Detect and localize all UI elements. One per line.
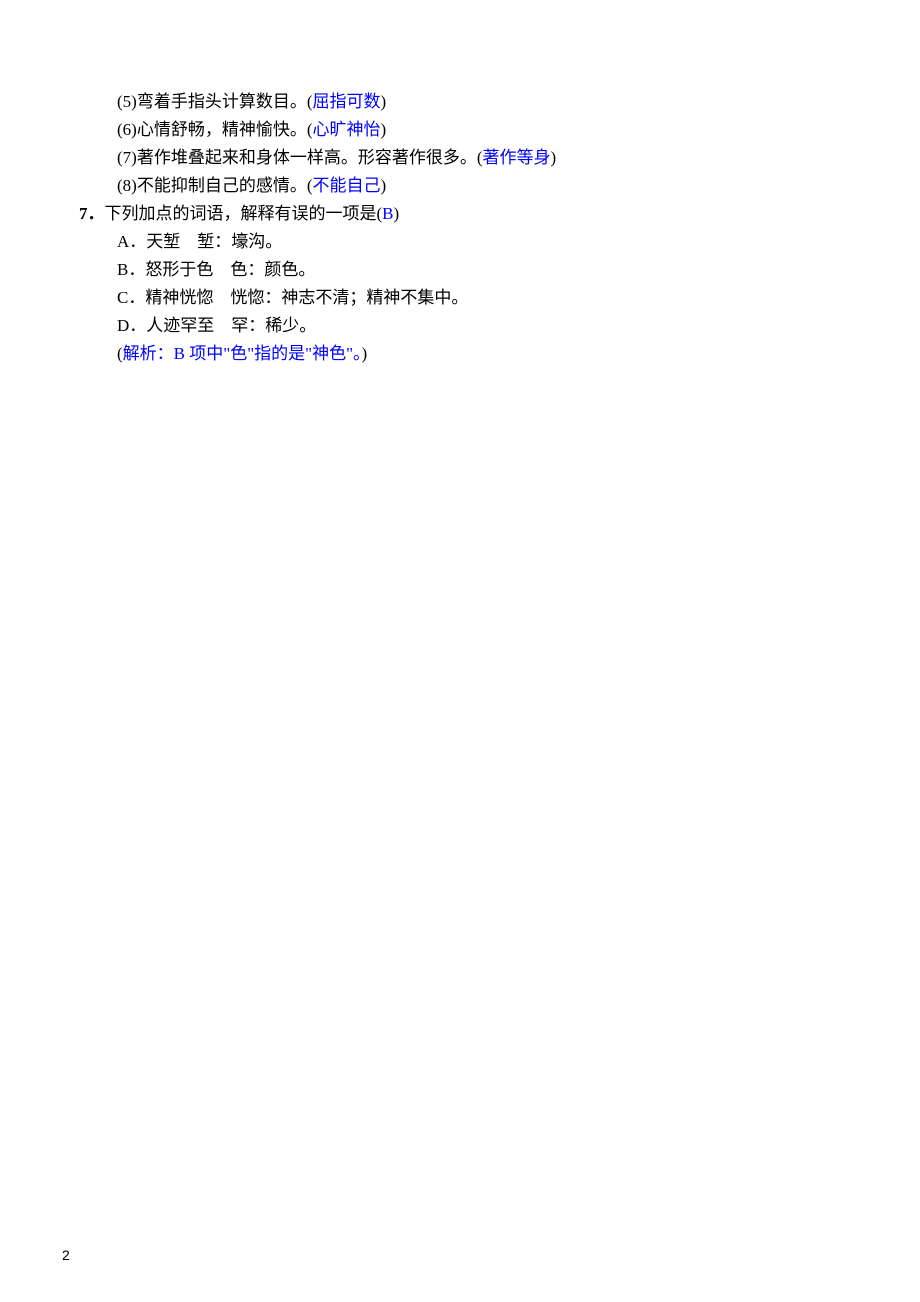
option-d: D．人迹罕至 罕：稀少。: [62, 312, 858, 340]
option-a: A．天堑 堑：壕沟。: [62, 228, 858, 256]
fill-answer: 心旷神怡: [313, 120, 381, 139]
fill-tail: ): [551, 148, 557, 167]
page-number: 2: [62, 1244, 70, 1267]
fill-answer: 著作等身: [483, 148, 551, 167]
analysis-post: ): [362, 344, 368, 363]
analysis-line: (解析：B 项中"色"指的是"神色"。): [62, 340, 858, 368]
option-b: B．怒形于色 色：颜色。: [62, 256, 858, 284]
fill-line: (8)不能抑制自己的感情。(不能自己): [62, 172, 858, 200]
fill-num: (7): [117, 148, 137, 167]
fill-text: 心情舒畅，精神愉快。(: [137, 120, 313, 139]
fill-answer: 不能自己: [313, 176, 381, 195]
fill-num: (5): [117, 92, 137, 111]
fill-tail: ): [381, 176, 387, 195]
page-content: (5)弯着手指头计算数目。(屈指可数) (6)心情舒畅，精神愉快。(心旷神怡) …: [0, 0, 920, 368]
question-stem-post: ): [394, 204, 400, 223]
fill-line: (5)弯着手指头计算数目。(屈指可数): [62, 88, 858, 116]
fill-text: 著作堆叠起来和身体一样高。形容著作很多。(: [137, 148, 483, 167]
question-number: 7．: [79, 204, 105, 223]
fill-answer: 屈指可数: [313, 92, 381, 111]
question-answer: B: [382, 204, 393, 223]
fill-text: 弯着手指头计算数目。(: [137, 92, 313, 111]
question-stem-pre: 下列加点的词语，解释有误的一项是(: [105, 204, 383, 223]
fill-tail: ): [381, 92, 387, 111]
analysis-text: 解析：B 项中"色"指的是"神色"。: [123, 344, 362, 363]
fill-line: (7)著作堆叠起来和身体一样高。形容著作很多。(著作等身): [62, 144, 858, 172]
question-7-stem: 7．下列加点的词语，解释有误的一项是(B): [62, 200, 858, 228]
fill-tail: ): [381, 120, 387, 139]
fill-line: (6)心情舒畅，精神愉快。(心旷神怡): [62, 116, 858, 144]
fill-num: (6): [117, 120, 137, 139]
fill-text: 不能抑制自己的感情。(: [137, 176, 313, 195]
option-c: C．精神恍惚 恍惚：神志不清；精神不集中。: [62, 284, 858, 312]
fill-num: (8): [117, 176, 137, 195]
